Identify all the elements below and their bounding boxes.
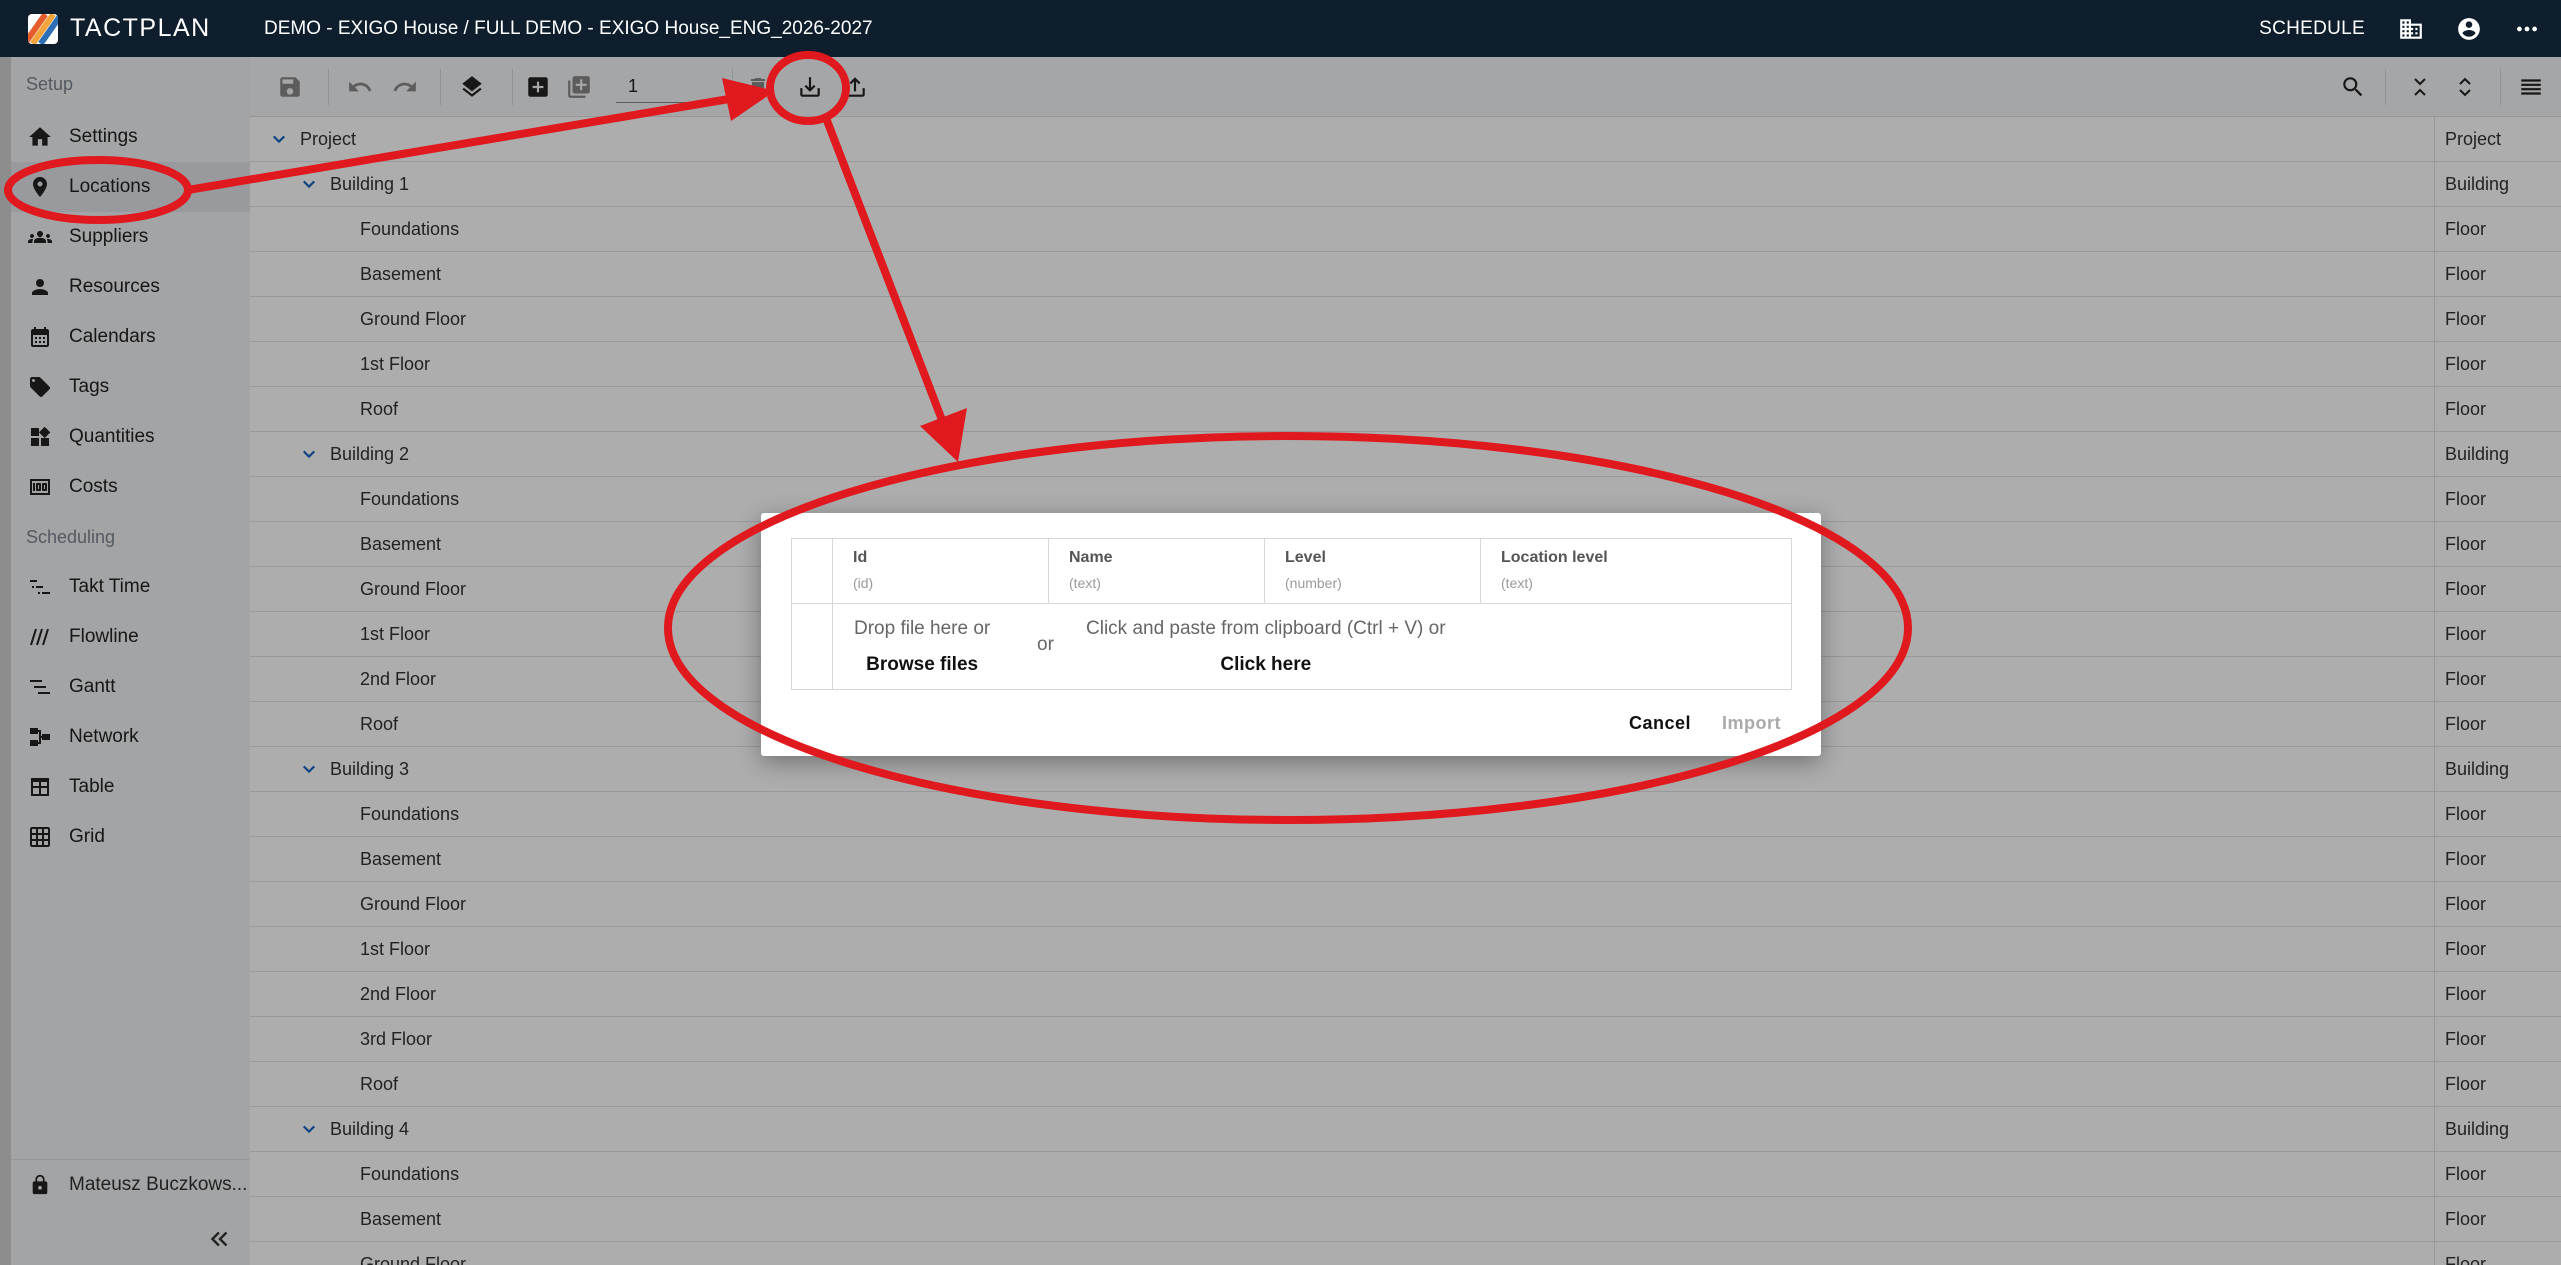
import-table-header: Id (id) Name (text) Level (number) Locat… <box>792 539 1791 604</box>
column-level: Level (number) <box>1265 539 1481 603</box>
column-title: Id <box>853 549 868 566</box>
row-gutter <box>792 539 833 603</box>
app-logo[interactable]: TACTPLAN <box>28 13 264 44</box>
column-location-level: Location level (text) <box>1481 539 1791 603</box>
import-button[interactable]: Import <box>1722 713 1781 734</box>
column-hint: (text) <box>1069 575 1101 591</box>
column-title: Level <box>1285 549 1326 566</box>
clipboard-paste-zone[interactable]: Click and paste from clipboard (Ctrl + V… <box>1086 618 1446 676</box>
import-dialog: Id (id) Name (text) Level (number) Locat… <box>761 513 1821 756</box>
drop-file-text: Drop file here or <box>854 618 991 639</box>
import-preview-table: Id (id) Name (text) Level (number) Locat… <box>791 538 1792 690</box>
column-name: Name (text) <box>1049 539 1265 603</box>
column-title: Location level <box>1501 549 1608 566</box>
column-title: Name <box>1069 549 1113 566</box>
logo-mark-icon <box>28 13 58 44</box>
import-drop-area[interactable]: Drop file here or Browse files or Click … <box>792 604 1791 689</box>
top-bar: TACTPLAN DEMO - EXIGO House / FULL DEMO … <box>0 0 2561 57</box>
paste-text: Click and paste from clipboard (Ctrl + V… <box>1086 618 1446 639</box>
more-options-icon[interactable] <box>2513 15 2541 43</box>
row-gutter <box>792 604 833 689</box>
cancel-button[interactable]: Cancel <box>1629 713 1691 734</box>
browse-files-button[interactable]: Browse files <box>854 654 990 676</box>
breadcrumb[interactable]: DEMO - EXIGO House / FULL DEMO - EXIGO H… <box>264 18 873 40</box>
column-hint: (number) <box>1285 575 1342 591</box>
account-icon[interactable] <box>2455 15 2483 43</box>
column-id: Id (id) <box>833 539 1049 603</box>
logo-text: TACTPLAN <box>70 14 211 42</box>
schedule-link[interactable]: SCHEDULE <box>2259 18 2365 40</box>
click-here-button[interactable]: Click here <box>1086 654 1446 676</box>
column-hint: (text) <box>1501 575 1533 591</box>
company-icon[interactable] <box>2397 15 2425 43</box>
column-hint: (id) <box>853 575 874 591</box>
file-drop-zone[interactable]: Drop file here or Browse files <box>854 618 990 676</box>
or-separator: or <box>1037 634 1054 655</box>
